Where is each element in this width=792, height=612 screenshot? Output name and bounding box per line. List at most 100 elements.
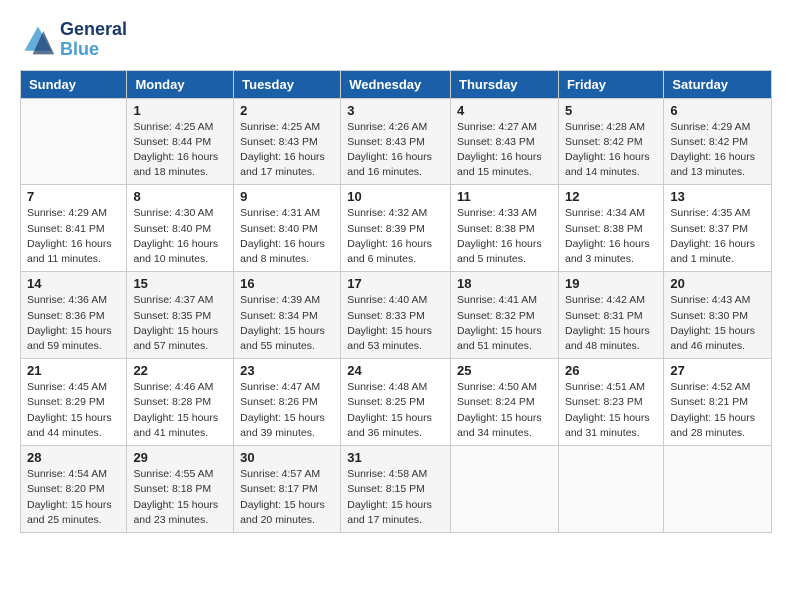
calendar-cell: 21 Sunrise: 4:45 AM Sunset: 8:29 PM Dayl…: [21, 359, 127, 446]
sunrise-text: Sunrise: 4:41 AM: [457, 294, 537, 306]
daylight-text: Daylight: 15 hours and 39 minutes.: [240, 412, 325, 439]
sunset-text: Sunset: 8:33 PM: [347, 310, 425, 322]
daylight-text: Daylight: 16 hours and 15 minutes.: [457, 151, 542, 178]
sunset-text: Sunset: 8:30 PM: [670, 310, 748, 322]
sunrise-text: Sunrise: 4:57 AM: [240, 468, 320, 480]
day-info: Sunrise: 4:25 AM Sunset: 8:43 PM Dayligh…: [240, 120, 334, 181]
sunset-text: Sunset: 8:42 PM: [670, 136, 748, 148]
day-info: Sunrise: 4:25 AM Sunset: 8:44 PM Dayligh…: [133, 120, 227, 181]
logo-icon: [20, 22, 56, 58]
calendar-cell: [451, 446, 559, 533]
day-number: 10: [347, 189, 444, 204]
logo-text: General Blue: [60, 20, 127, 60]
sunset-text: Sunset: 8:17 PM: [240, 483, 318, 495]
daylight-text: Daylight: 15 hours and 48 minutes.: [565, 325, 650, 352]
sunset-text: Sunset: 8:34 PM: [240, 310, 318, 322]
calendar-cell: 6 Sunrise: 4:29 AM Sunset: 8:42 PM Dayli…: [664, 98, 772, 185]
calendar-cell: 16 Sunrise: 4:39 AM Sunset: 8:34 PM Dayl…: [234, 272, 341, 359]
day-info: Sunrise: 4:43 AM Sunset: 8:30 PM Dayligh…: [670, 293, 765, 354]
sunrise-text: Sunrise: 4:55 AM: [133, 468, 213, 480]
day-info: Sunrise: 4:29 AM Sunset: 8:41 PM Dayligh…: [27, 206, 120, 267]
calendar-cell: 19 Sunrise: 4:42 AM Sunset: 8:31 PM Dayl…: [558, 272, 663, 359]
daylight-text: Daylight: 16 hours and 6 minutes.: [347, 238, 432, 265]
week-row-5: 28 Sunrise: 4:54 AM Sunset: 8:20 PM Dayl…: [21, 446, 772, 533]
sunrise-text: Sunrise: 4:29 AM: [670, 121, 750, 133]
daylight-text: Daylight: 15 hours and 31 minutes.: [565, 412, 650, 439]
sunrise-text: Sunrise: 4:36 AM: [27, 294, 107, 306]
day-info: Sunrise: 4:45 AM Sunset: 8:29 PM Dayligh…: [27, 380, 120, 441]
sunrise-text: Sunrise: 4:29 AM: [27, 207, 107, 219]
sunset-text: Sunset: 8:24 PM: [457, 396, 535, 408]
calendar-cell: 29 Sunrise: 4:55 AM Sunset: 8:18 PM Dayl…: [127, 446, 234, 533]
sunset-text: Sunset: 8:23 PM: [565, 396, 643, 408]
day-info: Sunrise: 4:52 AM Sunset: 8:21 PM Dayligh…: [670, 380, 765, 441]
day-info: Sunrise: 4:27 AM Sunset: 8:43 PM Dayligh…: [457, 120, 552, 181]
sunrise-text: Sunrise: 4:28 AM: [565, 121, 645, 133]
day-number: 14: [27, 276, 120, 291]
calendar-cell: 25 Sunrise: 4:50 AM Sunset: 8:24 PM Dayl…: [451, 359, 559, 446]
daylight-text: Daylight: 15 hours and 51 minutes.: [457, 325, 542, 352]
day-number: 1: [133, 103, 227, 118]
day-number: 25: [457, 363, 552, 378]
calendar-cell: 26 Sunrise: 4:51 AM Sunset: 8:23 PM Dayl…: [558, 359, 663, 446]
day-number: 7: [27, 189, 120, 204]
sunrise-text: Sunrise: 4:48 AM: [347, 381, 427, 393]
daylight-text: Daylight: 16 hours and 10 minutes.: [133, 238, 218, 265]
sunset-text: Sunset: 8:40 PM: [133, 223, 211, 235]
calendar-cell: [558, 446, 663, 533]
day-info: Sunrise: 4:26 AM Sunset: 8:43 PM Dayligh…: [347, 120, 444, 181]
calendar-cell: 17 Sunrise: 4:40 AM Sunset: 8:33 PM Dayl…: [341, 272, 451, 359]
day-info: Sunrise: 4:51 AM Sunset: 8:23 PM Dayligh…: [565, 380, 657, 441]
week-row-4: 21 Sunrise: 4:45 AM Sunset: 8:29 PM Dayl…: [21, 359, 772, 446]
day-info: Sunrise: 4:57 AM Sunset: 8:17 PM Dayligh…: [240, 467, 334, 528]
day-number: 8: [133, 189, 227, 204]
sunset-text: Sunset: 8:32 PM: [457, 310, 535, 322]
day-number: 18: [457, 276, 552, 291]
sunrise-text: Sunrise: 4:40 AM: [347, 294, 427, 306]
day-number: 30: [240, 450, 334, 465]
daylight-text: Daylight: 15 hours and 17 minutes.: [347, 499, 432, 526]
daylight-text: Daylight: 16 hours and 14 minutes.: [565, 151, 650, 178]
day-number: 31: [347, 450, 444, 465]
day-number: 23: [240, 363, 334, 378]
sunrise-text: Sunrise: 4:27 AM: [457, 121, 537, 133]
calendar-cell: 27 Sunrise: 4:52 AM Sunset: 8:21 PM Dayl…: [664, 359, 772, 446]
day-number: 4: [457, 103, 552, 118]
sunset-text: Sunset: 8:43 PM: [457, 136, 535, 148]
calendar-cell: 7 Sunrise: 4:29 AM Sunset: 8:41 PM Dayli…: [21, 185, 127, 272]
daylight-text: Daylight: 16 hours and 18 minutes.: [133, 151, 218, 178]
day-number: 26: [565, 363, 657, 378]
weekday-header-sunday: Sunday: [21, 70, 127, 98]
sunset-text: Sunset: 8:15 PM: [347, 483, 425, 495]
sunset-text: Sunset: 8:28 PM: [133, 396, 211, 408]
calendar-cell: 1 Sunrise: 4:25 AM Sunset: 8:44 PM Dayli…: [127, 98, 234, 185]
sunset-text: Sunset: 8:35 PM: [133, 310, 211, 322]
day-number: 27: [670, 363, 765, 378]
sunset-text: Sunset: 8:40 PM: [240, 223, 318, 235]
sunrise-text: Sunrise: 4:43 AM: [670, 294, 750, 306]
logo: General Blue: [20, 20, 127, 60]
sunset-text: Sunset: 8:43 PM: [240, 136, 318, 148]
day-number: 28: [27, 450, 120, 465]
daylight-text: Daylight: 15 hours and 20 minutes.: [240, 499, 325, 526]
calendar-cell: 23 Sunrise: 4:47 AM Sunset: 8:26 PM Dayl…: [234, 359, 341, 446]
daylight-text: Daylight: 15 hours and 23 minutes.: [133, 499, 218, 526]
day-number: 17: [347, 276, 444, 291]
calendar-cell: [21, 98, 127, 185]
calendar-cell: 28 Sunrise: 4:54 AM Sunset: 8:20 PM Dayl…: [21, 446, 127, 533]
calendar-cell: 4 Sunrise: 4:27 AM Sunset: 8:43 PM Dayli…: [451, 98, 559, 185]
calendar-cell: 20 Sunrise: 4:43 AM Sunset: 8:30 PM Dayl…: [664, 272, 772, 359]
daylight-text: Daylight: 15 hours and 46 minutes.: [670, 325, 755, 352]
sunset-text: Sunset: 8:38 PM: [565, 223, 643, 235]
sunrise-text: Sunrise: 4:33 AM: [457, 207, 537, 219]
sunrise-text: Sunrise: 4:58 AM: [347, 468, 427, 480]
sunrise-text: Sunrise: 4:37 AM: [133, 294, 213, 306]
calendar-cell: 30 Sunrise: 4:57 AM Sunset: 8:17 PM Dayl…: [234, 446, 341, 533]
week-row-3: 14 Sunrise: 4:36 AM Sunset: 8:36 PM Dayl…: [21, 272, 772, 359]
daylight-text: Daylight: 16 hours and 3 minutes.: [565, 238, 650, 265]
calendar-cell: 5 Sunrise: 4:28 AM Sunset: 8:42 PM Dayli…: [558, 98, 663, 185]
daylight-text: Daylight: 15 hours and 53 minutes.: [347, 325, 432, 352]
day-info: Sunrise: 4:47 AM Sunset: 8:26 PM Dayligh…: [240, 380, 334, 441]
sunrise-text: Sunrise: 4:47 AM: [240, 381, 320, 393]
calendar-cell: [664, 446, 772, 533]
